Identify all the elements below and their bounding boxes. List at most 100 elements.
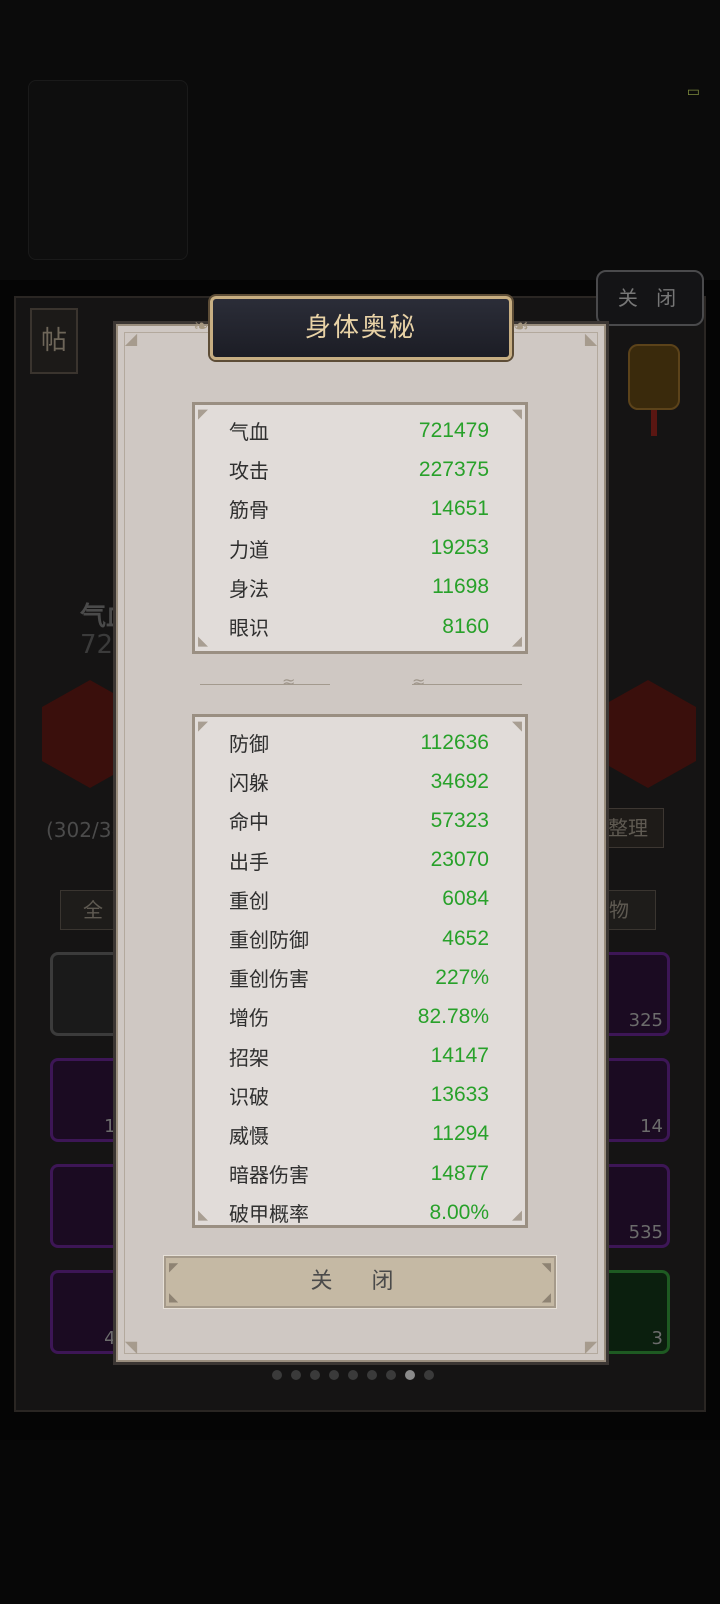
stat-value: 19253 [430,536,489,560]
corner-ornament: ◢ [512,634,522,649]
stat-name: 破甲概率 [229,1202,309,1227]
stat-row: 攻击 227375 [229,450,489,489]
corner-ornament: ◥ [541,1260,551,1274]
stat-row: 力道 19253 [229,529,489,568]
section-divider [200,684,330,692]
stat-name: 力道 [229,537,269,562]
secondary-stats-list: 防御 112636 闪躲 34692 命中 57323 出手 23070 重创 6084 重创防御 4… [229,723,489,1227]
background-bottom-nav [0,1440,720,1604]
corner-ornament: ◣ [198,1208,208,1223]
section-divider [412,684,522,692]
corner-ornament: ◣ [169,1290,179,1304]
stat-name: 出手 [229,849,269,874]
background-portrait [28,80,188,260]
stat-value: 13633 [430,1083,489,1107]
stat-row: 闪躲 34692 [229,762,489,801]
stat-name: 识破 [229,1084,269,1109]
stat-name: 眼识 [229,616,269,641]
stat-name: 重创 [229,888,269,913]
stat-name: 闪躲 [229,771,269,796]
corner-ornament: ◤ [584,1337,598,1356]
stat-name: 重创伤害 [229,967,309,992]
stat-value: 14147 [430,1044,489,1068]
close-button[interactable]: 关 闭 ◤ ◥ ◣ ◢ [163,1255,557,1309]
stat-value: 34692 [430,769,489,793]
battery-icon: ▭ [686,84,700,100]
stat-value: 721479 [418,418,489,442]
stat-value: 112636 [420,730,489,754]
corner-ornament: ◢ [541,1290,551,1304]
emblem-tassel [651,410,657,436]
stat-value: 11698 [432,575,489,599]
divider-ornament: ≈ [282,672,296,691]
stat-row: 命中 57323 [229,801,489,840]
stat-name: 招架 [229,1045,269,1070]
page-dot [386,1370,396,1380]
corner-ornament: ◥ [124,1337,138,1356]
page-dot [424,1370,434,1380]
page-dot-active [405,1370,415,1380]
stat-value: 6084 [442,887,489,911]
stat-name: 暗器伤害 [229,1163,309,1188]
stat-name: 威慑 [229,1123,269,1148]
primary-stats-panel: ◤ ◥ ◣ ◢ 气血 721479 攻击 227375 筋骨 14651 力道 19253 身法… [192,402,528,654]
stat-value: 11294 [432,1122,489,1146]
stat-row: 身法 11698 [229,568,489,607]
page-dot [329,1370,339,1380]
stat-value: 57323 [430,808,489,832]
stat-name: 防御 [229,732,269,757]
stat-value: 227% [435,965,489,989]
stat-row: 重创防御 4652 [229,919,489,958]
corner-ornament: ◢ [124,329,138,348]
corner-ornament: ◥ [512,719,522,734]
stat-value: 227375 [418,457,489,481]
background-stat-number: 72 [80,630,114,660]
stat-value: 82.78% [417,1004,489,1028]
corner-ornament: ◣ [584,329,598,348]
corner-ornament: ◥ [512,407,522,422]
stat-name: 身法 [229,576,269,601]
stat-row: 筋骨 14651 [229,489,489,528]
stat-value: 14877 [430,1161,489,1185]
background-close-button: 关 闭 [596,270,704,326]
emblem-icon [628,344,680,410]
secondary-stats-panel[interactable]: ◤ ◥ ◣ ◢ 防御 112636 闪躲 34692 命中 57323 出手 23070 重创 6… [192,714,528,1228]
page-indicator [272,1370,434,1380]
stat-row: 重创伤害 227% [229,958,489,997]
page-dot [272,1370,282,1380]
stat-row: 出手 23070 [229,841,489,880]
corner-ornament: ◤ [198,407,208,422]
stat-name: 命中 [229,810,269,835]
stat-row: 防御 112636 [229,723,489,762]
corner-ornament: ◣ [198,634,208,649]
stat-value: 8.00% [429,1200,489,1224]
stat-value: 8160 [442,614,489,638]
title-wing-ornament: ☙ [512,316,530,337]
title-wing-ornament: ❧ [193,316,209,337]
stat-row: 重创 6084 [229,880,489,919]
page-dot [291,1370,301,1380]
stat-row: 威慑 11294 [229,1115,489,1154]
stat-name: 气血 [229,420,269,445]
background-tag: 帖 [30,308,78,374]
stat-row: 招架 14147 [229,1037,489,1076]
stat-name: 攻击 [229,459,269,484]
stat-row: 增伤 82.78% [229,997,489,1036]
background-capacity: (302/38 [46,818,125,842]
stat-row: 暗器伤害 14877 [229,1154,489,1193]
close-button-label: 关 闭 [310,1269,410,1294]
stat-value: 23070 [430,848,489,872]
stat-name: 筋骨 [229,498,269,523]
stat-row: 气血 721479 [229,411,489,450]
stat-row: 识破 13633 [229,1076,489,1115]
stat-value: 4652 [442,926,489,950]
stat-name: 重创防御 [229,928,309,953]
page-dot [367,1370,377,1380]
stat-row: 眼识 8160 [229,607,489,646]
stat-row: 破甲概率 8.00% [229,1193,489,1227]
page-dot [348,1370,358,1380]
primary-stats-list: 气血 721479 攻击 227375 筋骨 14651 力道 19253 身法 11698 眼识 8… [229,411,489,646]
corner-ornament: ◤ [169,1260,179,1274]
stat-value: 14651 [430,496,489,520]
stat-name: 增伤 [229,1006,269,1031]
